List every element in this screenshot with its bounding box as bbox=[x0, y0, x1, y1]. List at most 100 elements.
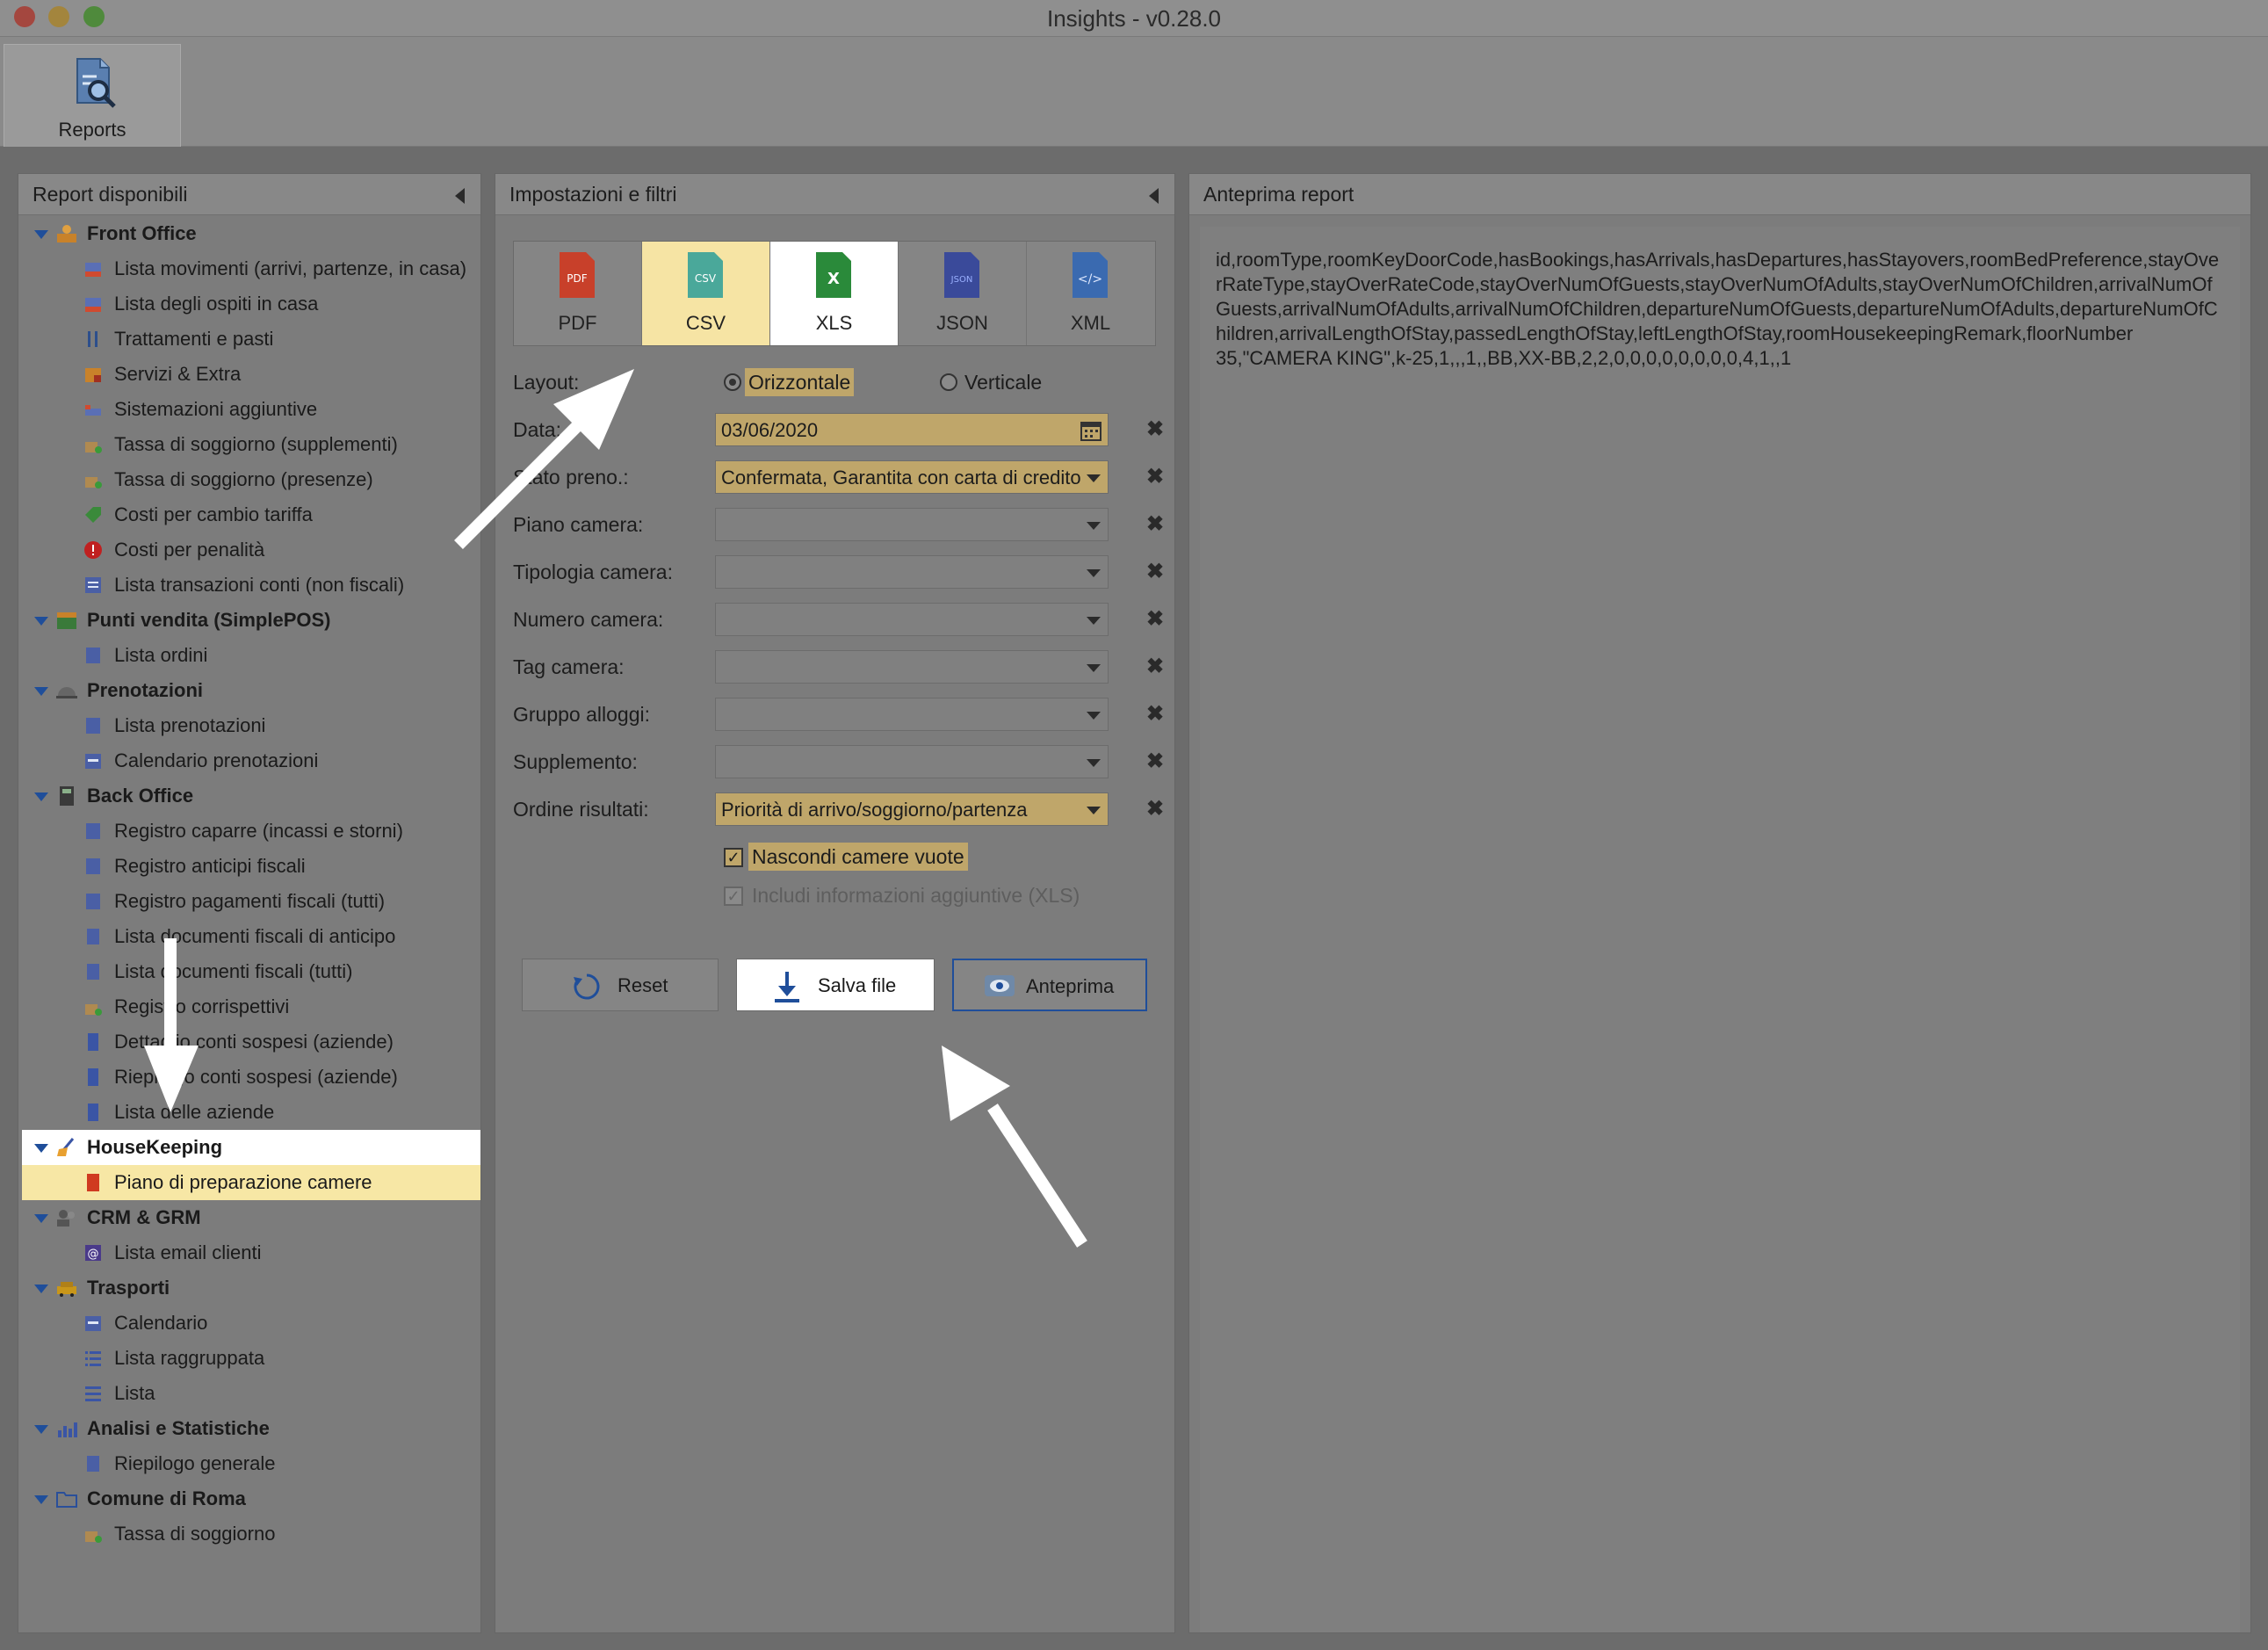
category-back-office[interactable]: Back Office bbox=[22, 778, 480, 814]
chevron-down-icon[interactable] bbox=[1087, 712, 1101, 720]
download-icon bbox=[775, 972, 799, 1002]
reset-button[interactable]: Reset bbox=[522, 959, 719, 1011]
supplement-select[interactable] bbox=[715, 745, 1109, 778]
expand-triangle-icon[interactable] bbox=[34, 1144, 48, 1153]
clear-result-order-icon[interactable]: ✖ bbox=[1146, 792, 1164, 826]
report-item[interactable]: Servizi & Extra bbox=[22, 357, 480, 392]
report-item[interactable]: Lista transazioni conti (non fiscali) bbox=[22, 568, 480, 603]
report-item[interactable]: Costi per penalità bbox=[22, 532, 480, 568]
chevron-down-icon[interactable] bbox=[1087, 474, 1101, 482]
report-item[interactable]: Dettaglio conti sospesi (aziende) bbox=[22, 1024, 480, 1060]
category-housekeeping[interactable]: HouseKeeping bbox=[22, 1130, 480, 1165]
clear-room-tag-icon[interactable]: ✖ bbox=[1146, 650, 1164, 684]
report-item[interactable]: Calendario prenotazioni bbox=[22, 743, 480, 778]
report-item[interactable]: @ Lista email clienti bbox=[22, 1235, 480, 1270]
report-item[interactable]: Lista documenti fiscali (tutti) bbox=[22, 954, 480, 989]
chevron-down-icon[interactable] bbox=[1087, 759, 1101, 767]
expand-triangle-icon[interactable] bbox=[34, 230, 48, 239]
report-item[interactable]: Costi per cambio tariffa bbox=[22, 497, 480, 532]
report-item[interactable]: Registro anticipi fiscali bbox=[22, 849, 480, 884]
report-item[interactable]: Lista movimenti (arrivi, partenze, in ca… bbox=[22, 251, 480, 286]
calendar-picker-icon[interactable] bbox=[1080, 419, 1102, 442]
report-item[interactable]: Tassa di soggiorno (presenze) bbox=[22, 462, 480, 497]
list-icon bbox=[85, 1386, 101, 1401]
clear-room-type-icon[interactable]: ✖ bbox=[1146, 555, 1164, 589]
date-input[interactable]: 03/06/2020 bbox=[715, 413, 1109, 446]
layout-horizontal-radio[interactable] bbox=[724, 373, 741, 391]
clear-accommodation-group-icon[interactable]: ✖ bbox=[1146, 698, 1164, 731]
report-item[interactable]: Riepilogo generale bbox=[22, 1446, 480, 1481]
report-item[interactable]: Lista degli ospiti in casa bbox=[22, 286, 480, 322]
window-title: Insights - v0.28.0 bbox=[1047, 5, 1221, 32]
expand-triangle-icon[interactable] bbox=[34, 1214, 48, 1223]
layout-horizontal-label[interactable]: Orizzontale bbox=[745, 368, 855, 396]
expand-triangle-icon[interactable] bbox=[34, 617, 48, 626]
result-order-select[interactable]: Priorità di arrivo/soggiorno/partenza bbox=[715, 792, 1109, 826]
collapse-reports-panel-icon[interactable] bbox=[455, 188, 465, 204]
expand-triangle-icon[interactable] bbox=[34, 1495, 48, 1504]
clear-supplement-icon[interactable]: ✖ bbox=[1146, 745, 1164, 778]
room-type-select[interactable] bbox=[715, 555, 1109, 589]
category-front-office[interactable]: Front Office bbox=[22, 216, 480, 251]
report-item[interactable]: Lista ordini bbox=[22, 638, 480, 673]
category-trasporti[interactable]: Trasporti bbox=[22, 1270, 480, 1306]
report-item[interactable]: Lista delle aziende bbox=[22, 1095, 480, 1130]
category-prenotazioni[interactable]: Prenotazioni bbox=[22, 673, 480, 708]
preview-content[interactable]: id,roomType,roomKeyDoorCode,hasBookings,… bbox=[1200, 227, 2240, 1632]
chevron-down-icon[interactable] bbox=[1087, 807, 1101, 814]
report-item[interactable]: Lista bbox=[22, 1376, 480, 1411]
report-item[interactable]: Registro corrispettivi bbox=[22, 989, 480, 1024]
report-item[interactable]: Tassa di soggiorno (supplementi) bbox=[22, 427, 480, 462]
clear-booking-status-icon[interactable]: ✖ bbox=[1146, 460, 1164, 494]
room-number-row: Numero camera: ✖ bbox=[513, 602, 1164, 637]
clear-room-floor-icon[interactable]: ✖ bbox=[1146, 508, 1164, 541]
report-item-selected[interactable]: Piano di preparazione camere bbox=[22, 1165, 480, 1200]
category-punti-vendita[interactable]: Punti vendita (SimplePOS) bbox=[22, 603, 480, 638]
chevron-down-icon[interactable] bbox=[1087, 569, 1101, 577]
room-floor-select[interactable] bbox=[715, 508, 1109, 541]
category-analisi-statistiche[interactable]: Analisi e Statistiche bbox=[22, 1411, 480, 1446]
report-item[interactable]: Registro caparre (incassi e storni) bbox=[22, 814, 480, 849]
register-icon bbox=[86, 894, 100, 909]
report-item[interactable]: Registro pagamenti fiscali (tutti) bbox=[22, 884, 480, 919]
expand-triangle-icon[interactable] bbox=[34, 1425, 48, 1434]
format-xml-button[interactable]: </> XML bbox=[1027, 242, 1154, 345]
chevron-down-icon[interactable] bbox=[1087, 522, 1101, 530]
report-item[interactable]: Riepilogo conti sospesi (aziende) bbox=[22, 1060, 480, 1095]
expand-triangle-icon[interactable] bbox=[34, 687, 48, 696]
report-item[interactable]: Trattamenti e pasti bbox=[22, 322, 480, 357]
layout-vertical-label[interactable]: Verticale bbox=[964, 365, 1042, 400]
category-crm-grm[interactable]: CRM & GRM bbox=[22, 1200, 480, 1235]
accommodation-group-select[interactable] bbox=[715, 698, 1109, 731]
report-item[interactable]: Lista raggruppata bbox=[22, 1341, 480, 1376]
expand-triangle-icon[interactable] bbox=[34, 1285, 48, 1293]
format-xls-button[interactable]: X XLS bbox=[770, 242, 899, 345]
hide-empty-rooms-checkbox[interactable]: ✓ bbox=[724, 848, 743, 867]
room-tag-select[interactable] bbox=[715, 650, 1109, 684]
report-item[interactable]: Tassa di soggiorno bbox=[22, 1516, 480, 1552]
tax-icon bbox=[85, 1531, 102, 1543]
collapse-settings-panel-icon[interactable] bbox=[1149, 188, 1159, 204]
chevron-down-icon[interactable] bbox=[1087, 664, 1101, 672]
preview-button[interactable]: Anteprima bbox=[952, 959, 1147, 1011]
chevron-down-icon[interactable] bbox=[1087, 617, 1101, 625]
clear-date-icon[interactable]: ✖ bbox=[1146, 413, 1164, 446]
report-item[interactable]: Lista prenotazioni bbox=[22, 708, 480, 743]
report-item[interactable]: Calendario bbox=[22, 1306, 480, 1341]
save-file-button[interactable]: Salva file bbox=[736, 959, 935, 1011]
report-item[interactable]: Lista documenti fiscali di anticipo bbox=[22, 919, 480, 954]
reports-tab[interactable]: Reports bbox=[4, 44, 181, 147]
category-comune-roma[interactable]: Comune di Roma bbox=[22, 1481, 480, 1516]
clear-room-number-icon[interactable]: ✖ bbox=[1146, 603, 1164, 636]
booking-status-select[interactable]: Confermata, Garantita con carta di credi… bbox=[715, 460, 1109, 494]
layout-vertical-radio[interactable] bbox=[940, 373, 957, 391]
room-number-select[interactable] bbox=[715, 603, 1109, 636]
svg-text:@: @ bbox=[88, 1248, 99, 1261]
report-item[interactable]: Sistemazioni aggiuntive bbox=[22, 392, 480, 427]
format-pdf-button[interactable]: PDF PDF bbox=[514, 242, 642, 345]
include-info-checkbox[interactable]: ✓ bbox=[724, 887, 743, 906]
expand-triangle-icon[interactable] bbox=[34, 792, 48, 801]
format-csv-button[interactable]: CSV CSV bbox=[642, 242, 770, 345]
hide-empty-rooms-label[interactable]: Nascondi camere vuote bbox=[748, 843, 968, 871]
format-json-button[interactable]: JSON JSON bbox=[899, 242, 1027, 345]
